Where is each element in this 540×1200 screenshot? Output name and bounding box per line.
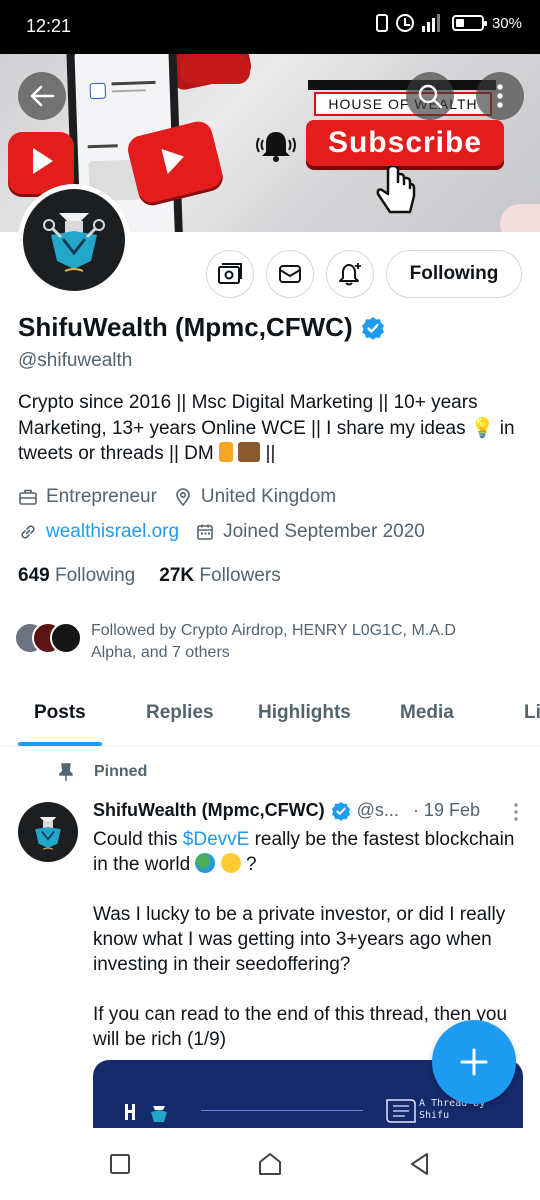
post-author-handle: @s... <box>356 800 399 820</box>
recent-apps-icon[interactable] <box>106 1150 134 1178</box>
website-link[interactable]: wealthisrael.org <box>46 521 179 543</box>
tab-posts[interactable]: Posts <box>34 702 86 724</box>
system-nav-bar <box>0 1128 540 1200</box>
message-button[interactable] <box>266 250 314 298</box>
calendar-icon <box>197 524 213 540</box>
battery-level: 30% <box>491 14 522 32</box>
globe-emoji-icon <box>195 853 216 873</box>
cashtag-link[interactable]: $DevvE <box>183 829 250 850</box>
pin-icon <box>59 763 73 781</box>
link-icon <box>21 525 35 539</box>
subscriptions-icon <box>218 263 242 284</box>
banner-decor <box>180 54 250 84</box>
category-label: Entrepreneur <box>46 486 157 507</box>
compose-post-button[interactable] <box>432 1020 516 1104</box>
follower-avatars <box>14 620 88 656</box>
bio-text-end: || <box>260 443 276 464</box>
followers-count-link[interactable]: 27K Followers <box>159 565 280 587</box>
post-author-avatar[interactable] <box>18 802 78 862</box>
profile-meta-row-1: Entrepreneur United Kingdom <box>18 486 352 508</box>
profile-name-row: ShifuWealth (Mpmc,CFWC) <box>18 312 385 343</box>
alarm-icon <box>395 14 414 32</box>
image-logo-icon <box>125 1104 167 1122</box>
profile-bio: Crypto since 2016 || Msc Digital Marketi… <box>18 390 522 467</box>
post-more-icon[interactable] <box>506 802 526 822</box>
following-button[interactable]: Following <box>386 250 522 298</box>
back-nav-icon[interactable] <box>406 1150 434 1178</box>
joined-date: Joined September 2020 <box>223 521 425 542</box>
search-icon <box>418 84 443 109</box>
verified-badge-icon[interactable] <box>361 316 385 340</box>
banner-decor <box>500 204 540 232</box>
followers-count: 27K <box>159 565 195 586</box>
post-text[interactable]: Could this $DevvE really be the fastest … <box>93 827 528 1052</box>
back-arrow-icon <box>30 85 55 107</box>
profile-name: ShifuWealth (Mpmc,CFWC) <box>18 312 353 342</box>
profile-tabs: Posts Replies Highlights Media Li <box>0 690 540 747</box>
tab-media[interactable]: Media <box>400 702 454 724</box>
tie-emoji-icon <box>219 442 233 462</box>
banner-subscribe-graphic: Subscribe <box>306 120 504 166</box>
followed-by-text: Followed by Crypto Airdrop, HENRY L0G1C,… <box>91 622 456 661</box>
banner-brand-text: HOUSE OF WEALTH <box>314 92 492 116</box>
plus-icon <box>460 1048 488 1076</box>
profile-location: United Kingdom <box>173 486 336 508</box>
signal-icon <box>421 14 444 32</box>
more-options-button[interactable] <box>476 72 524 120</box>
battery-icon <box>451 15 487 31</box>
following-count: 649 <box>18 565 50 586</box>
status-time: 12:21 <box>26 16 72 36</box>
avatar <box>50 622 82 654</box>
post-paragraph: Was I lucky to be a private investor, or… <box>93 904 506 975</box>
follow-counts: 649 Following 27K Followers <box>18 565 281 587</box>
verified-badge-icon <box>331 801 350 821</box>
bell-plus-icon <box>339 263 361 286</box>
post-date[interactable]: · 19 Feb <box>413 800 480 821</box>
followers-count-label: Followers <box>199 565 281 586</box>
home-icon[interactable] <box>256 1150 284 1178</box>
pinned-label: Pinned <box>94 763 148 780</box>
avatar-logo-icon <box>35 817 61 850</box>
followed-by-row[interactable]: Followed by Crypto Airdrop, HENRY L0G1C,… <box>14 620 491 664</box>
more-vertical-icon <box>497 84 503 108</box>
briefcase-emoji-icon <box>238 442 261 462</box>
profile-joined: Joined September 2020 <box>195 521 425 543</box>
pointer-hand-icon <box>376 166 416 214</box>
status-bar: 12:21 30% <box>0 0 540 54</box>
search-button[interactable] <box>406 72 454 120</box>
tab-highlights[interactable]: Highlights <box>258 702 351 724</box>
banner-bar <box>308 80 496 90</box>
pinned-label-row: Pinned <box>56 762 147 782</box>
post-paragraph: Could this $DevvE really be the fastest … <box>93 827 528 877</box>
active-tab-indicator <box>18 742 102 746</box>
location-label: United Kingdom <box>200 486 337 507</box>
following-count-label: Following <box>54 565 136 586</box>
following-count-link[interactable]: 649 Following <box>18 565 135 587</box>
notifications-button[interactable] <box>326 250 374 298</box>
tab-replies[interactable]: Replies <box>146 702 214 724</box>
post-header: ShifuWealth (Mpmc,CFWC) @s... · 19 Feb <box>93 800 523 821</box>
bell-icon <box>256 132 296 162</box>
profile-handle: @shifuwealth <box>18 350 133 371</box>
back-button[interactable] <box>18 72 66 120</box>
post-text-segment: Could this <box>93 829 183 850</box>
profile-category: Entrepreneur <box>18 486 157 508</box>
image-caption-line: Shifu <box>419 1110 450 1121</box>
tab-likes[interactable]: Li <box>524 702 540 724</box>
profile-website[interactable]: wealthisrael.org <box>18 521 179 543</box>
flushed-emoji-icon <box>220 853 241 873</box>
briefcase-icon <box>19 489 37 505</box>
envelope-icon <box>279 265 301 283</box>
profile-meta-row-2: wealthisrael.org Joined September 2020 <box>18 521 441 543</box>
vibrate-icon <box>375 14 388 32</box>
location-pin-icon <box>176 488 190 507</box>
image-divider <box>201 1110 363 1111</box>
post-text-segment: ? <box>240 854 257 875</box>
subscribe-button[interactable] <box>206 250 254 298</box>
profile-avatar[interactable] <box>18 184 130 296</box>
avatar-logo-icon <box>43 213 105 272</box>
image-scroll-icon <box>386 1099 416 1123</box>
post-author-name[interactable]: ShifuWealth (Mpmc,CFWC) <box>93 800 325 821</box>
status-icons: 30% <box>375 14 522 32</box>
